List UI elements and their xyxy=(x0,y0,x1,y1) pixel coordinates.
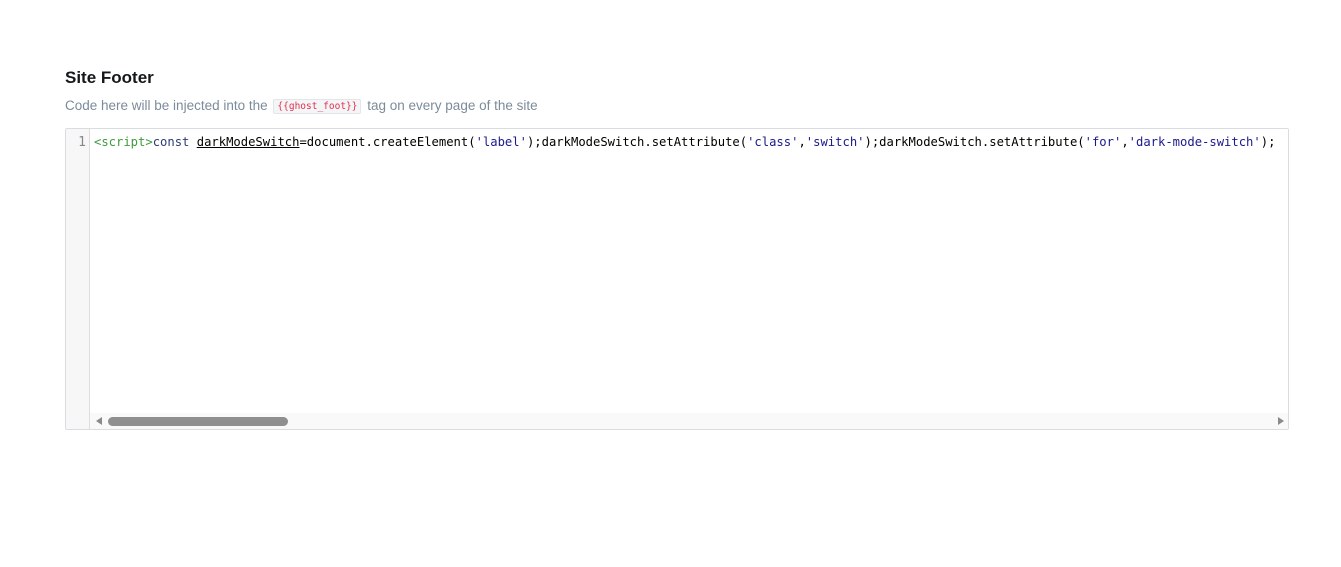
code-editor[interactable]: 1 <script>const darkModeSwitch=document.… xyxy=(65,128,1289,430)
ghost-foot-code-tag: {{ghost_foot}} xyxy=(273,99,362,114)
site-footer-section: Site Footer Code here will be injected i… xyxy=(65,66,1289,430)
horizontal-scrollbar[interactable] xyxy=(90,413,1288,429)
code-token-plain: );darkModeSwitch.setAttribute( xyxy=(526,135,748,149)
code-token-tag: <script> xyxy=(94,135,153,149)
scrollbar-thumb[interactable] xyxy=(108,417,288,426)
line-number: 1 xyxy=(78,135,86,150)
code-token-plain: ); xyxy=(1260,135,1276,149)
section-title: Site Footer xyxy=(65,68,154,87)
code-token-plain: =document.createElement( xyxy=(299,135,476,149)
code-line[interactable]: <script>const darkModeSwitch=document.cr… xyxy=(94,134,1288,151)
code-token-string: 'label' xyxy=(475,135,527,149)
code-token-keyword: const xyxy=(152,135,190,149)
code-token-plain: , xyxy=(1121,135,1129,149)
scroll-right-arrow-icon[interactable] xyxy=(1278,417,1284,425)
code-token-string: 'switch' xyxy=(805,135,865,149)
code-token-string: 'for' xyxy=(1084,135,1122,149)
code-token-string: 'class' xyxy=(747,135,799,149)
scroll-left-arrow-icon[interactable] xyxy=(96,417,102,425)
line-number-gutter: 1 xyxy=(66,129,90,429)
code-token-plain: );darkModeSwitch.setAttribute( xyxy=(864,135,1085,149)
code-token-plain: , xyxy=(798,135,806,149)
description-text-after: tag on every page of the site xyxy=(367,98,538,113)
code-token-string: 'dark-mode-switch' xyxy=(1128,135,1261,149)
section-description: Code here will be injected into the {{gh… xyxy=(65,96,1289,116)
code-token-variable: darkModeSwitch xyxy=(196,135,300,149)
description-text-before: Code here will be injected into the xyxy=(65,98,268,113)
